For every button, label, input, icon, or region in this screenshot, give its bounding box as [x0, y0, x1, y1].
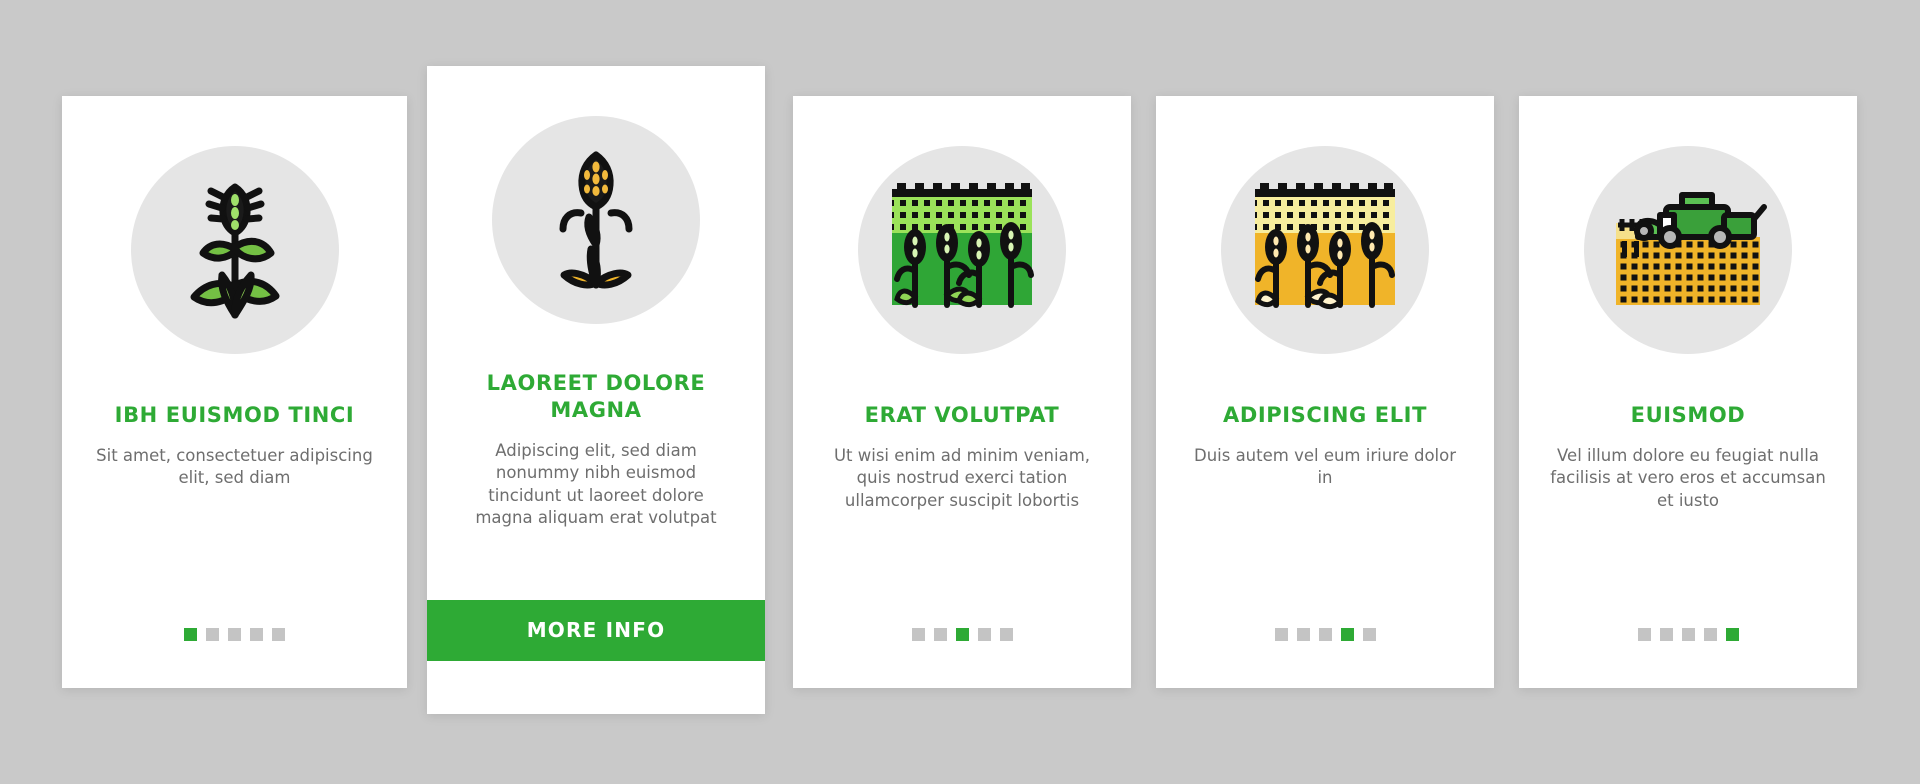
pagination-dot[interactable]: [911, 628, 925, 641]
pagination-dot[interactable]: [1681, 628, 1695, 641]
pagination-dot[interactable]: [977, 628, 991, 641]
golden-wheat-field-icon: [1250, 175, 1400, 325]
card-title: EUISMOD: [1630, 403, 1746, 427]
card-title: ADIPISCING ELIT: [1222, 403, 1428, 427]
card-body-text: Ut wisi enim ad minim veniam, quis nostr…: [833, 445, 1091, 510]
pagination-dot[interactable]: [272, 628, 285, 641]
card-title: LAOREET DOLORE MAGNA: [486, 371, 706, 422]
icon-circle-3: [858, 146, 1066, 354]
onboarding-card-1[interactable]: IBH EUISMOD TINCI Sit amet, consectetuer…: [62, 96, 407, 688]
pagination-dot[interactable]: [228, 628, 241, 641]
icon-circle-1: [130, 146, 339, 354]
pagination-dots[interactable]: [184, 628, 285, 641]
onboarding-card-5[interactable]: EUISMOD Vel illum dolore eu feugiat null…: [1519, 96, 1857, 688]
onboarding-card-2[interactable]: LAOREET DOLORE MAGNA Adipiscing elit, se…: [427, 66, 765, 714]
pagination-dot[interactable]: [1340, 628, 1354, 641]
more-info-button[interactable]: MORE INFO: [427, 600, 765, 661]
pagination-dot[interactable]: [955, 628, 969, 641]
card-title: IBH EUISMOD TINCI: [114, 403, 355, 427]
card-body-text: Adipiscing elit, sed diam nonummy nibh e…: [475, 440, 717, 528]
pagination-dots[interactable]: [1274, 628, 1376, 641]
card-body-text: Sit amet, consectetuer adipiscing elit, …: [96, 445, 373, 488]
onboarding-card-3[interactable]: ERAT VOLUTPAT Ut wisi enim ad minim veni…: [793, 96, 1131, 688]
pagination-dot[interactable]: [1274, 628, 1288, 641]
pagination-dot[interactable]: [933, 628, 947, 641]
pagination-dot[interactable]: [1296, 628, 1310, 641]
green-wheat-stalk-icon: [170, 175, 300, 325]
green-wheat-field-icon: [887, 175, 1037, 325]
pagination-dot[interactable]: [184, 628, 197, 641]
card-body-text: Vel illum dolore eu feugiat nulla facili…: [1550, 445, 1826, 510]
pagination-dot[interactable]: [206, 628, 219, 641]
card-body-text: Duis autem vel eum iriure dolor in: [1193, 445, 1457, 488]
pagination-dot[interactable]: [1659, 628, 1673, 641]
pagination-dots[interactable]: [1637, 628, 1739, 641]
icon-circle-2: [492, 116, 700, 324]
icon-circle-4: [1221, 146, 1429, 354]
onboarding-card-4[interactable]: ADIPISCING ELIT Duis autem vel eum iriur…: [1156, 96, 1494, 688]
pagination-dot[interactable]: [1318, 628, 1332, 641]
pagination-dot[interactable]: [1725, 628, 1739, 641]
onboarding-screens-board: IBH EUISMOD TINCI Sit amet, consectetuer…: [0, 0, 1920, 784]
golden-wheat-stalk-icon: [531, 145, 661, 295]
pagination-dot[interactable]: [999, 628, 1013, 641]
pagination-dot[interactable]: [250, 628, 263, 641]
pagination-dot[interactable]: [1362, 628, 1376, 641]
icon-circle-5: [1584, 146, 1792, 354]
pagination-dots[interactable]: [911, 628, 1013, 641]
combine-harvester-field-icon: [1608, 185, 1768, 315]
pagination-dot[interactable]: [1703, 628, 1717, 641]
pagination-dot[interactable]: [1637, 628, 1651, 641]
card-title: ERAT VOLUTPAT: [864, 403, 1060, 427]
